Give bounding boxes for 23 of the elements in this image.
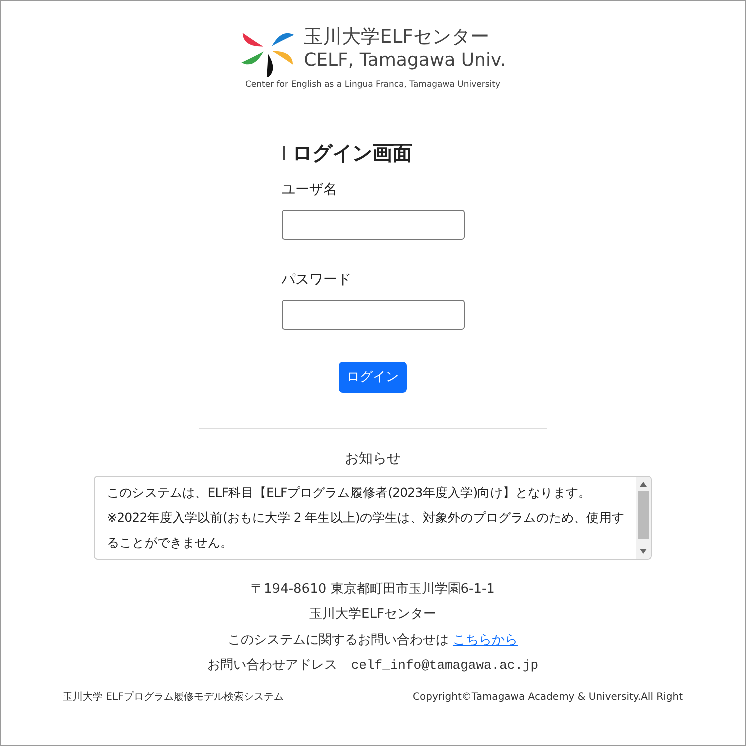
mail-label: お問い合わせアドレス (207, 657, 338, 676)
scroll-up-icon[interactable] (640, 482, 647, 487)
logo-subtitle: CELF, Tamagawa Univ. (304, 49, 506, 73)
scroll-down-icon[interactable] (640, 548, 647, 554)
address-text: 〒194-8610 東京都町田市玉川学園6-1-1 (251, 580, 495, 599)
scrollbar-thumb[interactable] (638, 490, 649, 539)
notice-title: お知らせ (345, 450, 401, 469)
logo-tagline: Center for English as a Lingua Franca, Tamagawa University (246, 79, 500, 92)
login-heading: ログイン画面 (292, 140, 412, 167)
field-label: ユーザ名 (282, 180, 338, 200)
inquiry-link[interactable]: こちらから (452, 630, 518, 650)
mail-address: celf_info@tamagawa.ac.jp (351, 657, 539, 676)
field-label: パスワード (282, 270, 352, 290)
notice-text: このシステムは、ELF科目【ELFプログラム履修者(2023年度入学)向け】となります。 (107, 484, 592, 502)
username-field[interactable] (282, 210, 464, 240)
copyright-text: Copyright©Tamagawa Academy & University.All Right (413, 690, 683, 705)
password-field[interactable] (282, 300, 464, 330)
logo-title: 玉川大学ELFセンター (304, 25, 491, 49)
inquiry-text: このシステムに関するお問い合わせは (228, 632, 449, 650)
org-name: 玉川大学ELFセンター (310, 606, 436, 624)
footer-system-name: 玉川大学 ELFプログラム履修モデル検索システム (63, 690, 284, 705)
notice-text: ※2022年度入学以前(おもに大学 2 年生以上)の学生は、対象外のプログラムのため、使用することができません。 (107, 508, 626, 552)
login-button[interactable]: ログイン (339, 362, 407, 393)
